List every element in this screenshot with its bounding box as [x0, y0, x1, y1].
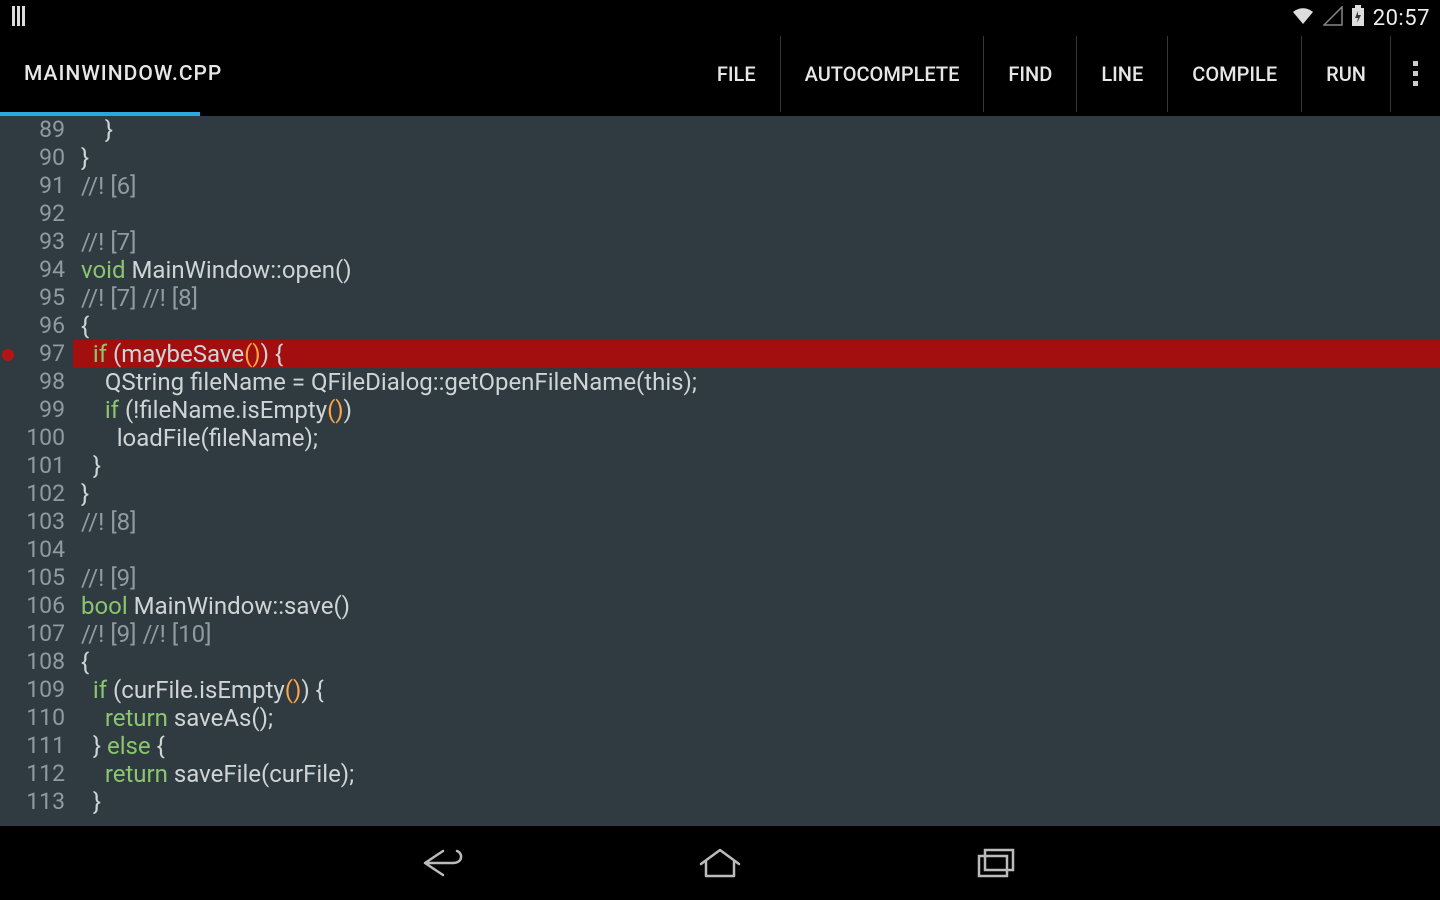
overflow-menu-button[interactable]: [1390, 36, 1440, 112]
menu-run[interactable]: RUN: [1301, 36, 1390, 112]
code-line[interactable]: return saveFile(curFile);: [81, 760, 1424, 788]
line-number: 91: [0, 172, 65, 200]
line-number: 110: [0, 704, 65, 732]
line-number: 111: [0, 732, 65, 760]
code-line[interactable]: bool MainWindow::save(): [81, 592, 1424, 620]
code-line[interactable]: }: [81, 788, 1424, 816]
code-line[interactable]: if (!fileName.isEmpty()): [81, 396, 1424, 424]
code-line[interactable]: }: [81, 452, 1424, 480]
line-number-gutter: 8990919293949596979899100101102103104105…: [0, 116, 73, 826]
home-button[interactable]: [692, 843, 748, 883]
menu-compile[interactable]: COMPILE: [1167, 36, 1301, 112]
code-line[interactable]: return saveAs();: [81, 704, 1424, 732]
code-line[interactable]: }: [81, 144, 1424, 172]
line-number: 100: [0, 424, 65, 452]
line-number: 101: [0, 452, 65, 480]
line-number: 94: [0, 256, 65, 284]
menu-find[interactable]: FIND: [983, 36, 1076, 112]
breakpoint-icon[interactable]: [2, 349, 14, 361]
menu-autocomplete[interactable]: AUTOCOMPLETE: [780, 36, 984, 112]
line-number: 103: [0, 508, 65, 536]
line-number: 89: [0, 116, 65, 144]
code-line[interactable]: //! [7] //! [8]: [81, 284, 1424, 312]
line-number: 104: [0, 536, 65, 564]
code-line[interactable]: QString fileName = QFileDialog::getOpenF…: [81, 368, 1424, 396]
line-number: 113: [0, 788, 65, 816]
code-line[interactable]: if (curFile.isEmpty()) {: [81, 676, 1424, 704]
code-editor[interactable]: 8990919293949596979899100101102103104105…: [0, 116, 1440, 826]
code-line[interactable]: //! [6]: [81, 172, 1424, 200]
code-line[interactable]: } else {: [81, 732, 1424, 760]
menu-bar: FILE AUTOCOMPLETE FIND LINE COMPILE RUN: [693, 36, 1440, 112]
code-line[interactable]: //! [7]: [81, 228, 1424, 256]
status-bar: 20:57: [0, 0, 1440, 36]
code-line[interactable]: [81, 200, 1424, 228]
line-number: 90: [0, 144, 65, 172]
status-left-icon: [10, 4, 30, 32]
app-bar: MAINWINDOW.CPP FILE AUTOCOMPLETE FIND LI…: [0, 36, 1440, 112]
menu-line[interactable]: LINE: [1076, 36, 1167, 112]
code-line[interactable]: [81, 536, 1424, 564]
menu-file[interactable]: FILE: [693, 36, 780, 112]
code-line[interactable]: }: [81, 480, 1424, 508]
code-line[interactable]: {: [81, 648, 1424, 676]
line-number: 107: [0, 620, 65, 648]
nav-bar: [0, 826, 1440, 900]
code-line[interactable]: //! [9] //! [10]: [81, 620, 1424, 648]
line-number: 106: [0, 592, 65, 620]
code-line[interactable]: //! [9]: [81, 564, 1424, 592]
battery-icon: [1351, 5, 1365, 31]
code-line[interactable]: void MainWindow::open(): [81, 256, 1424, 284]
wifi-icon: [1291, 6, 1315, 30]
line-number: 102: [0, 480, 65, 508]
code-line[interactable]: loadFile(fileName);: [81, 424, 1424, 452]
line-number: 93: [0, 228, 65, 256]
code-line[interactable]: //! [8]: [81, 508, 1424, 536]
line-number: 92: [0, 200, 65, 228]
code-line[interactable]: }: [81, 116, 1424, 144]
back-button[interactable]: [416, 843, 472, 883]
line-number: 98: [0, 368, 65, 396]
line-number: 105: [0, 564, 65, 592]
line-number: 96: [0, 312, 65, 340]
signal-icon: [1323, 6, 1343, 30]
code-line[interactable]: if (maybeSave()) {: [73, 340, 1440, 368]
line-number: 97: [0, 340, 65, 368]
status-clock: 20:57: [1373, 6, 1430, 31]
line-number: 112: [0, 760, 65, 788]
line-number: 109: [0, 676, 65, 704]
line-number: 99: [0, 396, 65, 424]
code-line[interactable]: {: [81, 312, 1424, 340]
code-content[interactable]: }}//! [6]//! [7]void MainWindow::open()/…: [73, 116, 1440, 826]
filename-title: MAINWINDOW.CPP: [24, 62, 222, 86]
line-number: 95: [0, 284, 65, 312]
recent-apps-button[interactable]: [968, 843, 1024, 883]
line-number: 108: [0, 648, 65, 676]
